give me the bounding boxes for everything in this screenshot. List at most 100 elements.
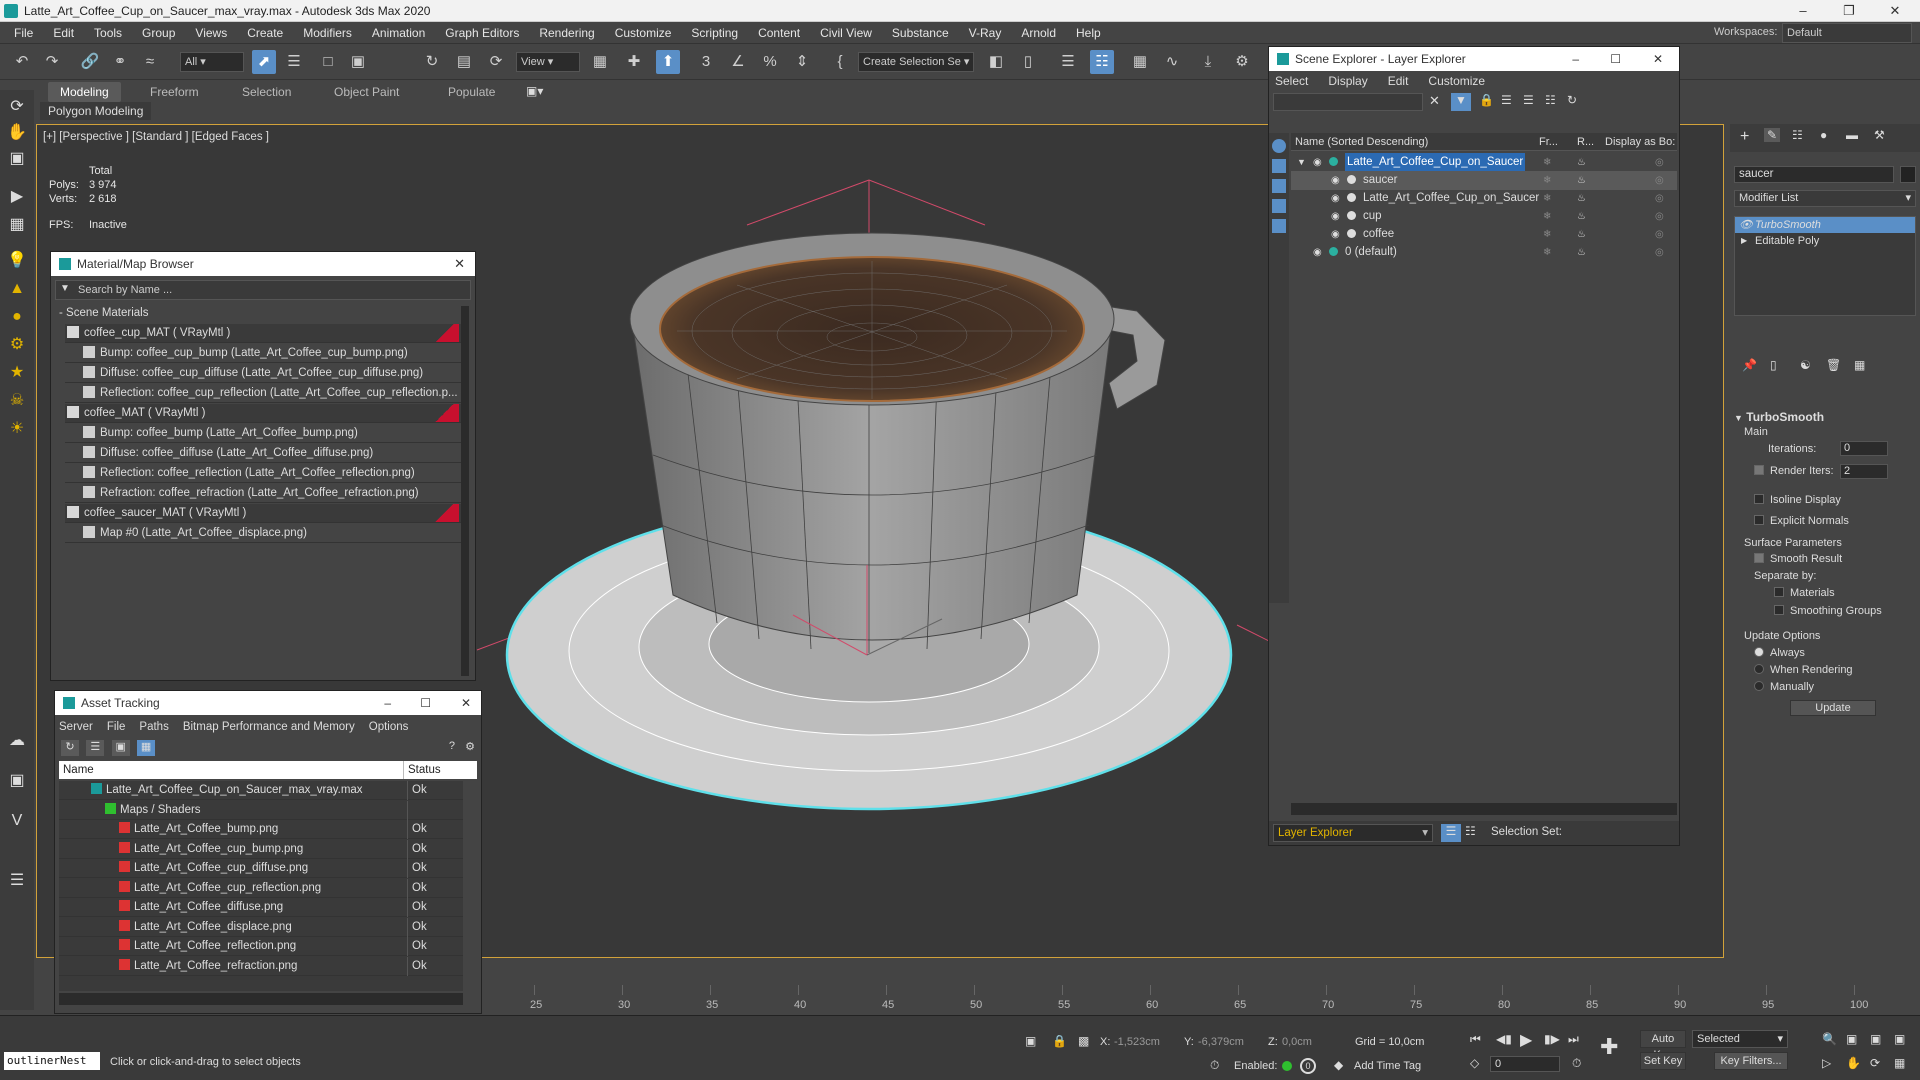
display-as-box-icon[interactable]: ◎ bbox=[1655, 153, 1664, 172]
menu-animation[interactable]: Animation bbox=[362, 22, 435, 44]
lamp-icon[interactable]: 💡 bbox=[6, 250, 28, 272]
clear-search-icon[interactable]: ✕ bbox=[1429, 93, 1440, 109]
material-row[interactable]: coffee_cup_MAT ( VRayMtl ) bbox=[65, 324, 461, 343]
map-row[interactable]: Bump: coffee_cup_bump (Latte_Art_Coffee_… bbox=[65, 344, 461, 363]
render-icon[interactable]: ▦ bbox=[6, 214, 28, 236]
curve-editor-icon[interactable]: ∿ bbox=[1160, 50, 1184, 74]
menu-customize[interactable]: Customize bbox=[605, 22, 682, 44]
render-iters-checkbox[interactable]: Render Iters: bbox=[1754, 465, 1834, 477]
list-view-icon[interactable]: ☰ bbox=[86, 740, 105, 756]
previous-frame-icon[interactable]: ◀▮ bbox=[1496, 1032, 1512, 1046]
select-object-icon[interactable]: ⬈ bbox=[252, 50, 276, 74]
pan-icon[interactable]: ✋ bbox=[1846, 1056, 1861, 1070]
go-to-end-icon[interactable]: ⏭ bbox=[1568, 1032, 1579, 1047]
angle-snap-icon[interactable]: ∠ bbox=[726, 50, 750, 74]
asset-row[interactable]: Latte_Art_Coffee_refraction.png Ok bbox=[59, 956, 463, 976]
checkbox-icon[interactable] bbox=[1774, 587, 1784, 597]
renderable-teapot-icon[interactable]: ♨ bbox=[1577, 243, 1586, 262]
display-as-box-icon[interactable]: ◎ bbox=[1655, 243, 1664, 262]
scene-explorer-icon[interactable]: ☷ bbox=[1090, 50, 1114, 74]
display-all-icon[interactable] bbox=[1272, 139, 1286, 153]
smooth-result-checkbox[interactable]: Smooth Result bbox=[1754, 553, 1842, 565]
visibility-eye-icon[interactable]: ◉ bbox=[1331, 207, 1340, 226]
undo-icon[interactable]: ↶ bbox=[10, 50, 34, 74]
explorer-type-select[interactable]: Layer Explorer ▾ bbox=[1273, 824, 1433, 842]
turbosmooth-rollout[interactable]: ▼ TurboSmooth bbox=[1734, 410, 1824, 424]
sun-icon[interactable]: ☀ bbox=[6, 418, 28, 440]
set-key-button[interactable]: Set Key bbox=[1640, 1052, 1686, 1070]
map-row[interactable]: Diffuse: coffee_cup_diffuse (Latte_Art_C… bbox=[65, 364, 461, 383]
visibility-eye-icon[interactable]: ◉ bbox=[1313, 243, 1322, 262]
schematic-icon[interactable]: ⤓ bbox=[1196, 50, 1220, 74]
link-icon[interactable]: 🔗 bbox=[78, 50, 102, 74]
menu-civil-view[interactable]: Civil View bbox=[810, 22, 882, 44]
layers-icon[interactable]: ☰ bbox=[1523, 93, 1534, 107]
tree-icon[interactable]: ▲ bbox=[6, 278, 28, 300]
x-coordinate-field[interactable]: -1,523cm bbox=[1114, 1034, 1180, 1050]
menu-tools[interactable]: Tools bbox=[84, 22, 132, 44]
asset-row[interactable]: Latte_Art_Coffee_cup_diffuse.png Ok bbox=[59, 859, 463, 878]
manipulate-icon[interactable]: ⬆ bbox=[656, 50, 680, 74]
time-tag-icon[interactable]: ⏱ bbox=[1210, 1058, 1219, 1073]
asset-row[interactable]: Maps / Shaders bbox=[59, 800, 463, 820]
stack-icon[interactable]: ☷ bbox=[1545, 93, 1556, 107]
redo-icon[interactable]: ↷ bbox=[40, 50, 64, 74]
asset-hscrollbar[interactable] bbox=[59, 993, 463, 1005]
object-row[interactable]: ◉ Latte_Art_Coffee_Cup_on_Saucer ❄ ♨ ◎ bbox=[1291, 189, 1677, 208]
mirror-icon[interactable]: ◧ bbox=[984, 50, 1008, 74]
menu-arnold[interactable]: Arnold bbox=[1011, 22, 1066, 44]
layer-manager-icon[interactable]: ☰ bbox=[1056, 50, 1080, 74]
material-search[interactable]: ▼ Search by Name ... bbox=[55, 280, 471, 300]
asset-row[interactable]: Latte_Art_Coffee_reflection.png Ok bbox=[59, 937, 463, 956]
menu-server[interactable]: Server bbox=[59, 721, 93, 733]
scene-hscrollbar[interactable] bbox=[1291, 803, 1677, 815]
col-display-as-box[interactable]: Display as Bo: bbox=[1605, 133, 1675, 151]
layers-icon[interactable]: ☰ bbox=[1441, 824, 1461, 842]
configure-sets-icon[interactable]: ▦ bbox=[1854, 358, 1865, 372]
go-to-start-icon[interactable]: ⏮ bbox=[1470, 1032, 1481, 1047]
checkbox-icon[interactable] bbox=[1754, 465, 1764, 475]
percent-snap-icon[interactable]: % bbox=[758, 50, 782, 74]
rotate-icon[interactable]: ↻ bbox=[420, 50, 444, 74]
menu-display[interactable]: Display bbox=[1328, 74, 1367, 88]
stack-item-turbosmooth[interactable]: 👁 TurboSmooth bbox=[1735, 217, 1915, 233]
bind-spacewarp-icon[interactable]: ≈ bbox=[138, 50, 162, 74]
rectangular-selection-icon[interactable]: □ bbox=[316, 50, 340, 74]
asset-row[interactable]: Latte_Art_Coffee_cup_reflection.png Ok bbox=[59, 878, 463, 898]
selection-filter[interactable]: All ▾ bbox=[180, 52, 244, 72]
add-time-tag[interactable]: Add Time Tag bbox=[1354, 1060, 1421, 1072]
filter-icon[interactable]: ▼ bbox=[1451, 93, 1471, 111]
menu-scripting[interactable]: Scripting bbox=[681, 22, 748, 44]
menu-file[interactable]: File bbox=[4, 22, 43, 44]
explicit-normals-checkbox[interactable]: Explicit Normals bbox=[1754, 515, 1849, 527]
new-layer-icon[interactable]: ☰ bbox=[1501, 93, 1512, 107]
scale-icon[interactable]: ▤ bbox=[452, 50, 476, 74]
z-coordinate-field[interactable]: 0,0cm bbox=[1282, 1034, 1338, 1050]
renderable-teapot-icon[interactable]: ♨ bbox=[1577, 189, 1586, 208]
map-row[interactable]: Reflection: coffee_reflection (Latte_Art… bbox=[65, 464, 461, 483]
menu-options[interactable]: Options bbox=[369, 721, 409, 733]
maximize-icon[interactable]: ☐ bbox=[1610, 47, 1621, 71]
table-view-icon[interactable]: ▦ bbox=[137, 740, 156, 756]
checkbox-icon[interactable] bbox=[1774, 605, 1784, 615]
freeze-icon[interactable]: ❄ bbox=[1543, 207, 1551, 226]
zoom-extents-all-icon[interactable]: ▣ bbox=[1894, 1032, 1905, 1046]
radio-icon[interactable] bbox=[1754, 681, 1764, 691]
freeze-icon[interactable]: ❄ bbox=[1543, 243, 1551, 262]
maxscript-listener-input[interactable]: outlinerNest bbox=[4, 1052, 100, 1070]
selection-lock-icon[interactable]: ▣ bbox=[1025, 1034, 1036, 1048]
asset-row[interactable]: Latte_Art_Coffee_diffuse.png Ok bbox=[59, 898, 463, 917]
named-selection-set[interactable]: Create Selection Se ▾ bbox=[858, 52, 974, 72]
checkbox-icon[interactable] bbox=[1754, 494, 1764, 504]
thumbnail-icon[interactable]: ▣ bbox=[111, 740, 130, 756]
close-icon[interactable]: ✕ bbox=[454, 252, 465, 276]
update-button[interactable]: Update bbox=[1790, 700, 1876, 716]
unlink-icon[interactable]: ⚭ bbox=[108, 50, 132, 74]
menu-paths[interactable]: Paths bbox=[139, 721, 168, 733]
menu-substance[interactable]: Substance bbox=[882, 22, 959, 44]
isoline-checkbox[interactable]: Isoline Display bbox=[1754, 494, 1841, 506]
asset-row[interactable]: Latte_Art_Coffee_Cup_on_Saucer_max_vray.… bbox=[59, 781, 463, 800]
menu-file[interactable]: File bbox=[107, 721, 126, 733]
display-cameras-icon[interactable] bbox=[1272, 219, 1286, 233]
gear-icon[interactable]: ⚙ bbox=[6, 334, 28, 356]
